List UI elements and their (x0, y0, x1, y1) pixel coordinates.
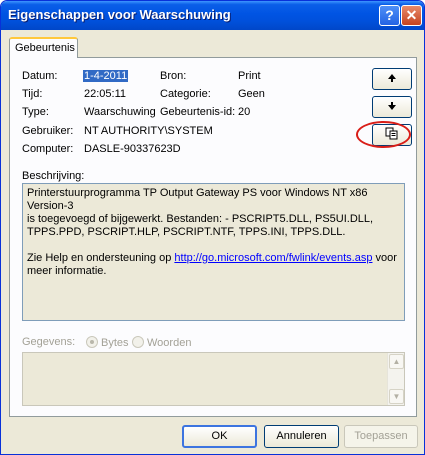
previous-event-button[interactable] (372, 68, 412, 90)
radio-selected-icon (86, 336, 98, 348)
type-label: Type: (22, 106, 49, 118)
computer-label: Computer: (22, 143, 74, 155)
computer-value: DASLE-90337623D (84, 143, 181, 155)
categorie-value: Geen (238, 88, 265, 100)
help-link[interactable]: http://go.microsoft.com/fwlink/events.as… (174, 252, 372, 264)
gegevens-label: Gegevens: (22, 336, 76, 348)
tijd-value: 22:05:11 (84, 88, 127, 100)
datum-value[interactable]: 1-4-2011 (83, 70, 129, 82)
help-text-prefix: Zie Help en ondersteuning op (27, 252, 175, 264)
data-box[interactable]: ▲ ▼ (22, 352, 405, 406)
radio-unselected-icon (132, 336, 144, 348)
close-button[interactable]: ✕ (401, 5, 422, 26)
bron-value: Print (238, 70, 261, 82)
title-bar[interactable]: Eigenschappen voor Waarschuwing ? ✕ (1, 1, 424, 30)
help-text-suffix: voor (372, 252, 397, 264)
id-label: Gebeurtenis-id: (160, 106, 236, 118)
event-panel: Datum: 1-4-2011 Bron: Print Tijd: 22:05:… (9, 57, 417, 417)
description-line-1: Printerstuurprogramma TP Output Gateway … (27, 187, 368, 212)
bron-label: Bron: (160, 70, 187, 82)
datum-label: Datum: (22, 70, 58, 82)
description-line-2: is toegevoegd of bijgewerkt. Bestanden: … (27, 213, 374, 225)
id-value: 20 (238, 106, 251, 118)
cancel-button[interactable]: Annuleren (264, 425, 339, 448)
gebruiker-value: NT AUTHORITY\SYSTEM (84, 125, 213, 137)
ok-button[interactable]: OK (182, 425, 257, 448)
bytes-radio[interactable]: Bytes (86, 336, 129, 349)
type-value: Waarschuwing (84, 106, 156, 118)
tijd-label: Tijd: (22, 88, 43, 100)
arrow-up-icon (388, 74, 396, 82)
tab-gebeurtenis[interactable]: Gebeurtenis (9, 37, 78, 58)
help-button[interactable]: ? (379, 5, 400, 26)
highlight-ring (356, 121, 411, 148)
window-title: Eigenschappen voor Waarschuwing (8, 7, 231, 22)
description-label: Beschrijving: (22, 170, 85, 182)
scroll-down-icon[interactable]: ▼ (389, 389, 404, 404)
categorie-label: Categorie: (160, 88, 211, 100)
gebruiker-label: Gebruiker: (22, 125, 74, 137)
woorden-radio[interactable]: Woorden (132, 336, 191, 349)
help-text-line-2: meer informatie. (27, 265, 107, 277)
data-scrollbar[interactable]: ▲ ▼ (387, 353, 404, 405)
arrow-down-icon (388, 102, 396, 110)
next-event-button[interactable] (372, 96, 412, 118)
properties-dialog: Eigenschappen voor Waarschuwing ? ✕ Gebe… (0, 0, 425, 455)
apply-button[interactable]: Toepassen (344, 425, 418, 448)
description-line-3: TPPS.PPD, PSCRIPT.HLP, PSCRIPT.NTF, TPPS… (27, 226, 346, 238)
description-box[interactable]: Printerstuurprogramma TP Output Gateway … (22, 183, 405, 321)
scroll-up-icon[interactable]: ▲ (389, 354, 404, 369)
